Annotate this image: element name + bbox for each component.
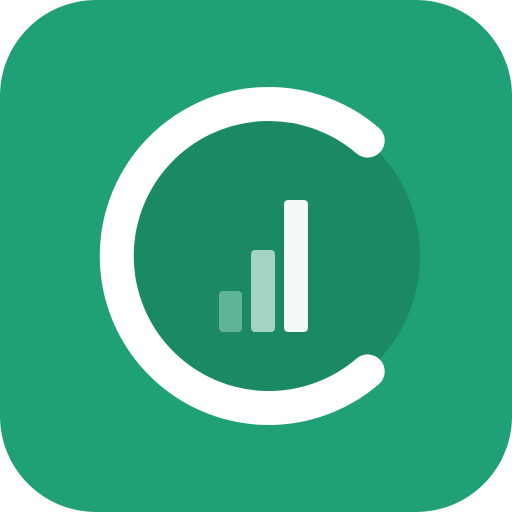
app-icon[interactable] [0, 0, 512, 512]
app-icon-graphic [0, 0, 512, 512]
signal-bar-tall [284, 200, 308, 332]
signal-bar-short [219, 291, 242, 332]
signal-bar-mid [251, 250, 275, 332]
